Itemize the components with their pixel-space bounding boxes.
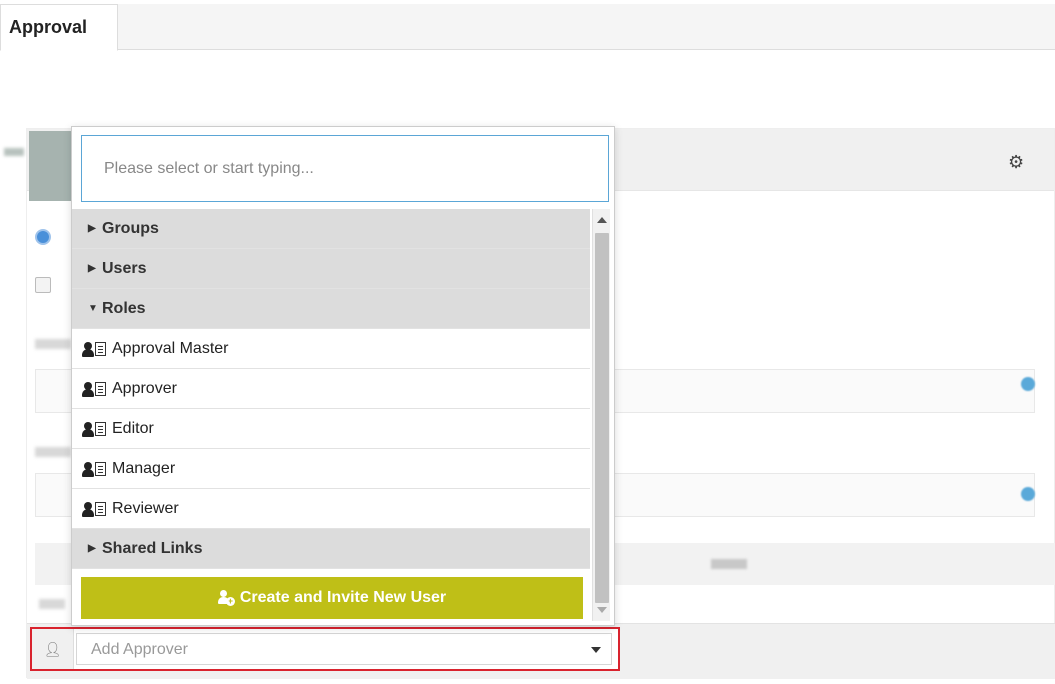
- role-item-manager[interactable]: Manager: [72, 449, 590, 489]
- add-approver-placeholder: Add Approver: [91, 641, 188, 658]
- group-header-groups[interactable]: ▶ Groups: [72, 209, 590, 249]
- role-label: Approval Master: [112, 339, 229, 357]
- create-invite-user-button[interactable]: + Create and Invite New User: [81, 577, 583, 619]
- add-user-icon: 👤︎: [32, 629, 74, 669]
- tab-bar: Approval: [0, 4, 1055, 51]
- blurred-column-header: [711, 559, 747, 569]
- role-icon: [82, 340, 110, 358]
- role-item-approval-master[interactable]: Approval Master: [72, 329, 590, 369]
- role-icon: [82, 500, 110, 518]
- role-item-reviewer[interactable]: Reviewer: [72, 489, 590, 529]
- group-label: Roles: [102, 299, 146, 317]
- role-icon: [82, 460, 110, 478]
- radio-option-selected[interactable]: [35, 229, 51, 245]
- role-label: Reviewer: [112, 499, 179, 517]
- dropdown-list: ▶ Groups ▶ Users ▼ Roles Approval Master…: [72, 209, 590, 621]
- thumbnail-image: [29, 131, 73, 201]
- blurred-row-text: [39, 599, 65, 609]
- role-icon: [82, 420, 110, 438]
- chevron-down-icon[interactable]: [591, 647, 601, 653]
- create-invite-user-label: Create and Invite New User: [239, 589, 447, 606]
- search-input[interactable]: [82, 136, 608, 201]
- role-item-approver[interactable]: Approver: [72, 369, 590, 409]
- settings-icon[interactable]: [1021, 377, 1035, 391]
- caret-right-icon: ▶: [88, 263, 96, 274]
- caret-right-icon: ▶: [88, 223, 96, 234]
- gear-icon[interactable]: ⚙: [1008, 153, 1026, 171]
- dropdown-scrollbar[interactable]: [592, 209, 610, 621]
- approver-dropdown: ▶ Groups ▶ Users ▼ Roles Approval Master…: [71, 126, 615, 626]
- scroll-down-icon[interactable]: [597, 607, 607, 613]
- settings-icon[interactable]: [1021, 487, 1035, 501]
- role-label: Approver: [112, 379, 177, 397]
- blurred-label: [35, 447, 71, 457]
- tab-approval[interactable]: Approval: [0, 4, 118, 51]
- group-label: Shared Links: [102, 539, 203, 557]
- blurred-edge-mark: [4, 148, 24, 156]
- scroll-up-icon[interactable]: [597, 217, 607, 223]
- caret-down-icon: ▼: [88, 303, 98, 314]
- scroll-thumb[interactable]: [595, 233, 609, 603]
- group-header-roles[interactable]: ▼ Roles: [72, 289, 590, 329]
- user-add-icon: +: [217, 590, 235, 606]
- role-item-editor[interactable]: Editor: [72, 409, 590, 449]
- group-header-shared-links[interactable]: ▶ Shared Links: [72, 529, 590, 569]
- role-icon: [82, 380, 110, 398]
- role-label: Editor: [112, 419, 154, 437]
- checkbox-option[interactable]: [35, 277, 51, 293]
- group-label: Users: [102, 259, 147, 277]
- group-header-users[interactable]: ▶ Users: [72, 249, 590, 289]
- add-approver-bar: 👤︎ Add Approver: [30, 627, 620, 671]
- role-label: Manager: [112, 459, 176, 477]
- caret-right-icon: ▶: [88, 543, 96, 554]
- blurred-label: [35, 339, 71, 349]
- group-label: Groups: [102, 219, 159, 237]
- search-box: [81, 135, 609, 202]
- add-approver-select[interactable]: Add Approver: [76, 633, 612, 665]
